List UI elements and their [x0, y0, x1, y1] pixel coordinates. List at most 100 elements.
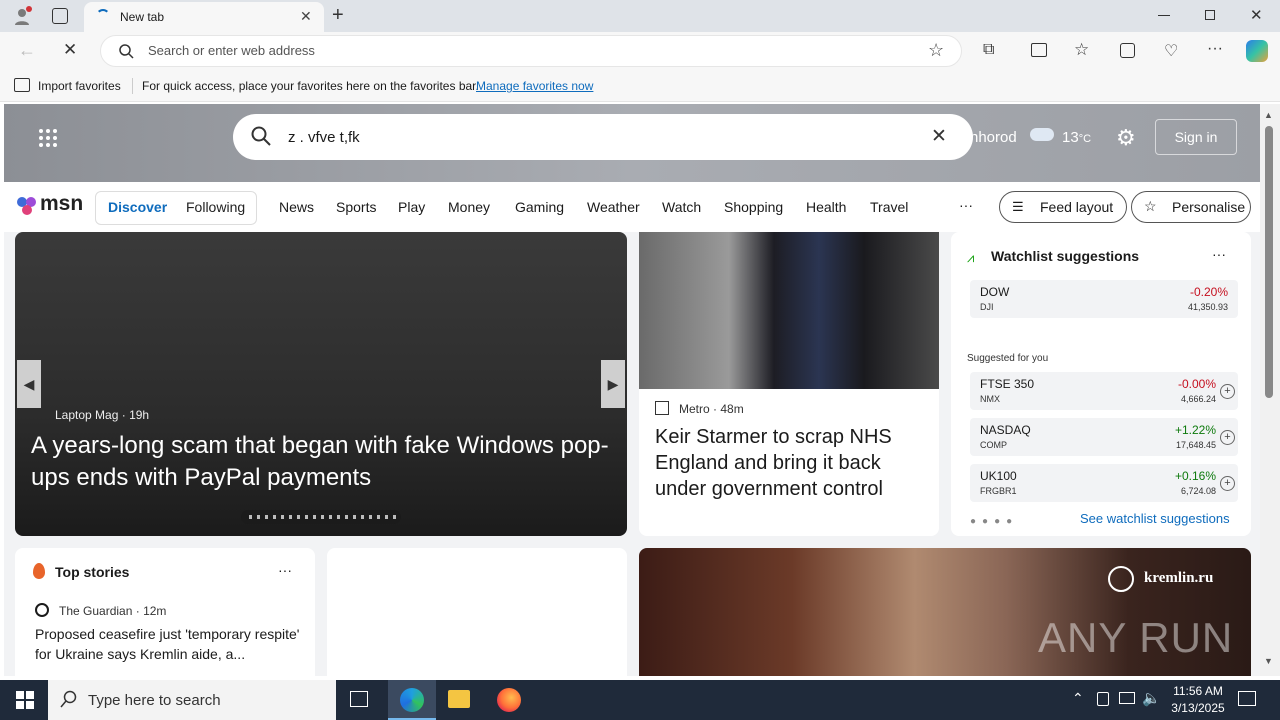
nav-item-travel[interactable]: Travel: [870, 199, 908, 215]
minimize-button[interactable]: [1158, 15, 1170, 16]
new-tab-button[interactable]: +: [332, 4, 344, 27]
ticker-name: FTSE 350: [980, 377, 1035, 391]
watchlist-pager-dots[interactable]: ●●●●: [970, 516, 1018, 527]
favorites-hint: For quick access, place your favorites h…: [142, 79, 479, 93]
ticker-value: 4,666.24: [1180, 394, 1216, 404]
close-tab-icon[interactable]: ✕: [300, 8, 312, 25]
file-explorer-icon[interactable]: [448, 690, 470, 708]
tab-discover[interactable]: Discover: [108, 199, 167, 215]
top-stories-more-icon[interactable]: ···: [278, 562, 292, 578]
profile-icon[interactable]: [12, 6, 32, 26]
blank-card: [327, 548, 627, 676]
top-source-name: The Guardian: [59, 604, 133, 618]
ticker-value: 41,350.93: [1187, 302, 1228, 312]
carousel-prev-button[interactable]: ◀: [17, 360, 41, 408]
ticker-change: -0.00%: [1177, 377, 1216, 391]
watchlist-row[interactable]: UK100 FRGBR1 +0.16% 6,724.08 +: [970, 464, 1238, 502]
ticker-change: +0.16%: [1174, 469, 1216, 483]
add-ticker-icon[interactable]: +: [1220, 384, 1235, 399]
notifications-icon[interactable]: [1238, 691, 1256, 706]
kremlin-emblem-icon: [1108, 566, 1134, 592]
weather-temperature[interactable]: 13°C: [1062, 129, 1091, 146]
scroll-up-icon[interactable]: ▲: [1264, 110, 1273, 120]
top-stories-title: Top stories: [55, 564, 130, 580]
nav-item-health[interactable]: Health: [806, 199, 846, 215]
weather-location[interactable]: nhorod: [970, 129, 1017, 146]
show-hidden-icons[interactable]: ⌃: [1072, 690, 1084, 707]
hero-headline[interactable]: A years-long scam that began with fake W…: [31, 430, 611, 494]
carousel-next-button[interactable]: ▶: [601, 360, 625, 408]
tab-following[interactable]: Following: [186, 199, 245, 215]
nav-item-gaming[interactable]: Gaming: [515, 199, 564, 215]
device-icon[interactable]: [1097, 692, 1109, 706]
top-age: 12m: [143, 604, 167, 618]
msn-page: nhorod 13°C ⚙ Sign in msn Discover Follo…: [4, 104, 1260, 676]
nav-item-news[interactable]: News: [279, 199, 314, 215]
network-icon[interactable]: [1119, 692, 1135, 704]
back-button[interactable]: ←: [18, 40, 36, 61]
scroll-thumb[interactable]: [1265, 126, 1273, 398]
settings-gear-icon[interactable]: ⚙: [1116, 125, 1136, 151]
add-ticker-icon[interactable]: +: [1220, 430, 1235, 445]
sign-in-button[interactable]: Sign in: [1155, 119, 1237, 155]
nav-item-play[interactable]: Play: [398, 199, 425, 215]
nav-item-weather[interactable]: Weather: [587, 199, 640, 215]
extensions-icon[interactable]: ⧉: [983, 41, 994, 59]
ticker-name: NASDAQ: [980, 423, 1031, 437]
feed-layout-button[interactable]: ☰ Feed layout: [999, 191, 1127, 223]
collections-icon[interactable]: [1120, 43, 1135, 58]
msn-logo-text: msn: [40, 192, 84, 215]
edge-taskbar-icon[interactable]: [388, 680, 436, 720]
top-story-headline[interactable]: Proposed ceasefire just 'temporary respi…: [35, 624, 301, 664]
watchlist-row[interactable]: FTSE 350 NMX -0.00% 4,666.24 +: [970, 372, 1238, 410]
nav-item-watch[interactable]: Watch: [662, 199, 701, 215]
import-favorites-icon[interactable]: [14, 78, 30, 92]
firefox-icon[interactable]: [497, 688, 521, 712]
side-source: Metro · 48m: [679, 402, 744, 416]
import-favorites-button[interactable]: Import favorites: [38, 79, 121, 93]
apps-launcher-icon[interactable]: [38, 128, 58, 151]
personalise-label: Personalise: [1172, 199, 1246, 215]
ticker-value: 6,724.08: [1180, 486, 1216, 496]
favorite-star-icon[interactable]: ☆: [928, 40, 944, 61]
carousel-dots: [249, 515, 399, 519]
personalise-button[interactable]: ☆ Personalise: [1131, 191, 1251, 223]
manage-favorites-link[interactable]: Manage favorites now: [476, 79, 593, 93]
tab-title: New tab: [120, 10, 165, 24]
nav-more-button[interactable]: ···: [959, 197, 973, 213]
settings-more-icon[interactable]: ···: [1207, 40, 1223, 58]
ticker-symbol: FRGBR1: [980, 486, 1017, 496]
clock-time[interactable]: 11:56 AM: [1168, 684, 1228, 698]
nav-item-shopping[interactable]: Shopping: [724, 199, 783, 215]
clear-search-icon[interactable]: ✕: [931, 125, 947, 148]
see-watchlist-link[interactable]: See watchlist suggestions: [1080, 511, 1230, 526]
nav-item-money[interactable]: Money: [448, 199, 490, 215]
windows-start-icon[interactable]: [16, 691, 34, 712]
hero-source-name: Laptop Mag: [55, 408, 119, 422]
restore-button[interactable]: [1205, 10, 1215, 20]
clock-date[interactable]: 3/13/2025: [1166, 701, 1230, 715]
close-window-button[interactable]: ✕: [1250, 6, 1263, 24]
split-screen-icon[interactable]: [1031, 43, 1047, 57]
scroll-down-icon[interactable]: ▼: [1264, 656, 1273, 666]
volume-icon[interactable]: 🔈: [1142, 689, 1161, 707]
ticker-symbol: COMP: [980, 440, 1007, 450]
page-scrollbar[interactable]: ▲ ▼: [1260, 104, 1280, 676]
tab-actions-icon[interactable]: [52, 8, 68, 24]
copilot-icon[interactable]: [1246, 40, 1268, 62]
ticker-name: DOW: [980, 285, 1010, 299]
msn-search-input[interactable]: z . vfve t,fk: [288, 129, 360, 146]
watchlist-row-main[interactable]: DOW DJI -0.20% 41,350.93: [970, 280, 1238, 318]
task-view-icon[interactable]: [350, 691, 368, 707]
nav-item-sports[interactable]: Sports: [336, 199, 376, 215]
add-ticker-icon[interactable]: +: [1220, 476, 1235, 491]
performance-icon[interactable]: ♡: [1164, 41, 1178, 61]
tab-new-tab[interactable]: New tab ✕: [84, 2, 324, 32]
favorites-icon[interactable]: ☆: [1074, 40, 1089, 60]
star-sparkle-icon: ☆: [1144, 198, 1157, 214]
watchlist-more-icon[interactable]: ···: [1212, 246, 1226, 262]
stop-loading-button[interactable]: ✕: [63, 40, 77, 60]
watchlist-row[interactable]: NASDAQ COMP +1.22% 17,648.45 +: [970, 418, 1238, 456]
side-headline[interactable]: Keir Starmer to scrap NHS England and br…: [655, 424, 925, 502]
hero-age: 19h: [129, 408, 150, 422]
